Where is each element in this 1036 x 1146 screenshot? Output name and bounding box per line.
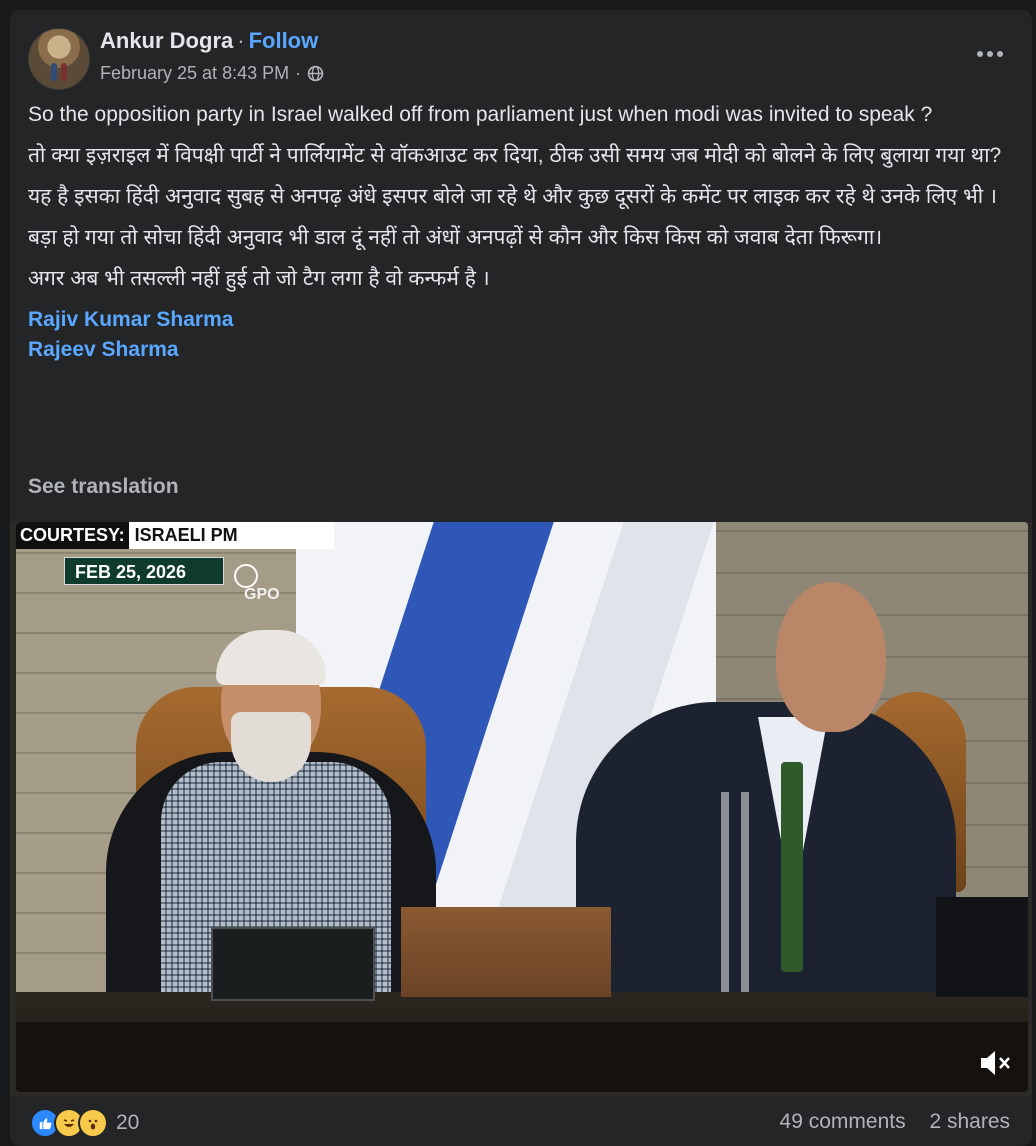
courtesy-banner: COURTESY: ISRAELI PM xyxy=(16,522,334,549)
more-options-button[interactable] xyxy=(970,40,1010,68)
tag-link[interactable]: Rajeev Sharma xyxy=(28,335,1018,365)
author-line: Ankur Dogra · Follow xyxy=(100,28,318,54)
globe-icon xyxy=(307,65,324,82)
tag-list: Rajiv Kumar Sharma Rajeev Sharma xyxy=(28,305,1018,365)
post-body: So the opposition party in Israel walked… xyxy=(28,100,1018,365)
post-paragraph: अगर अब भी तसल्ली नहीं हुई तो जो टैग लगा … xyxy=(28,267,490,290)
gpo-watermark: GPO xyxy=(226,564,286,608)
reaction-count: 20 xyxy=(116,1111,140,1134)
post-meta: February 25 at 8:43 PM · xyxy=(100,63,324,84)
tag-link[interactable]: Rajiv Kumar Sharma xyxy=(28,305,1018,335)
follow-button[interactable]: Follow xyxy=(249,28,319,53)
post-card: Ankur Dogra · Follow February 25 at 8:43 P… xyxy=(10,10,1032,1146)
gpo-label: GPO xyxy=(244,586,280,603)
reactions-summary[interactable]: 20 xyxy=(30,1108,139,1138)
video-player[interactable]: COURTESY: ISRAELI PM FEB 25, 2026 GPO xyxy=(10,522,1032,1096)
courtesy-label: COURTESY: xyxy=(16,522,129,549)
engagement-stats: 49 comments 2 shares xyxy=(780,1110,1010,1134)
monitor xyxy=(936,897,1028,997)
separator: · xyxy=(295,63,302,83)
post-paragraph: यह है इसका हिंदी अनुवाद सुबह से अनपढ़ अं… xyxy=(28,185,997,208)
wow-reaction-icon xyxy=(78,1108,108,1138)
courtesy-source: ISRAELI PM xyxy=(128,522,334,549)
desk-box xyxy=(401,907,611,997)
video-frame: COURTESY: ISRAELI PM FEB 25, 2026 GPO xyxy=(16,522,1028,1092)
post-paragraph: So the opposition party in Israel walked… xyxy=(28,103,933,126)
post-timestamp[interactable]: February 25 at 8:43 PM xyxy=(100,63,289,84)
post-paragraph: बड़ा हो गया तो सोचा हिंदी अनुवाद भी डाल … xyxy=(28,226,883,249)
post-paragraph: तो क्या इज़राइल में विपक्षी पार्टी ने पा… xyxy=(28,144,1002,167)
dot-icon xyxy=(987,51,993,57)
tie xyxy=(781,762,803,972)
post-footer: 20 49 comments 2 shares xyxy=(10,1096,1032,1146)
shares-count[interactable]: 2 shares xyxy=(929,1110,1010,1133)
avatar-figure xyxy=(61,63,67,81)
thumbs-up-icon xyxy=(39,1118,52,1130)
comments-count[interactable]: 49 comments xyxy=(780,1110,906,1133)
author-name[interactable]: Ankur Dogra xyxy=(100,28,233,53)
surprised-face-icon xyxy=(84,1114,102,1132)
laughing-face-icon xyxy=(60,1114,78,1132)
paw-icon xyxy=(234,564,258,588)
microphone xyxy=(741,792,749,1002)
speaker-muted-icon[interactable] xyxy=(976,1046,1016,1080)
separator: · xyxy=(237,28,245,53)
see-translation-link[interactable]: See translation xyxy=(28,475,179,499)
dot-icon xyxy=(977,51,983,57)
monitor xyxy=(211,927,375,1001)
author-avatar[interactable] xyxy=(28,28,90,90)
speaker-muted-icon-svg xyxy=(981,1051,1010,1075)
desk-front xyxy=(16,1022,1028,1092)
avatar-figure xyxy=(51,63,57,81)
person-right-head xyxy=(776,582,886,732)
microphone xyxy=(721,792,729,1002)
video-date: FEB 25, 2026 xyxy=(64,557,224,585)
dot-icon xyxy=(997,51,1003,57)
